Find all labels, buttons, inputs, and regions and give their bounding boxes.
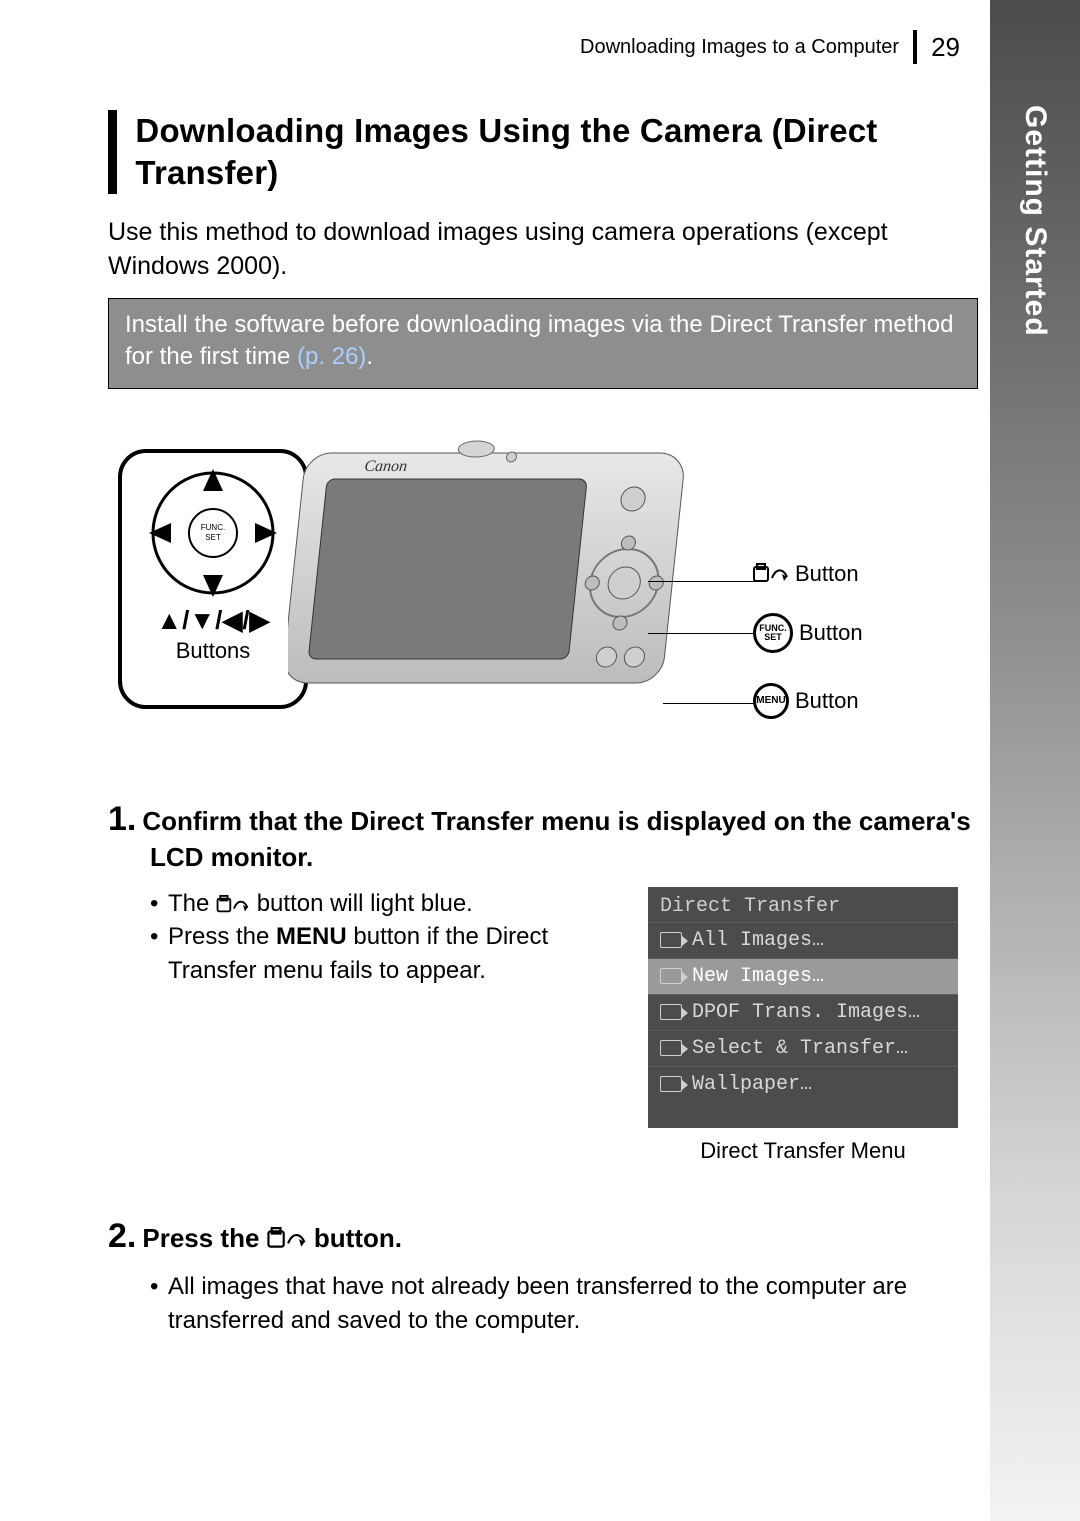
menu-item-label: Select & Transfer…: [692, 1037, 908, 1060]
leader-line: [648, 581, 756, 582]
step-number: 2.: [108, 1217, 142, 1255]
func-set-ring-text: FUNC. SET: [756, 624, 790, 642]
direct-transfer-menu-screenshot: Direct Transfer All Images… New Images… …: [648, 887, 958, 1164]
transfer-icon: [660, 1040, 682, 1056]
note-tail: .: [366, 343, 373, 370]
note-page-link: (p. 26): [297, 343, 366, 370]
menu-item-label: Wallpaper…: [692, 1073, 812, 1096]
menu-item-selected: New Images…: [648, 958, 958, 994]
menu-button-label: MENU Button: [753, 683, 859, 719]
note-box: Install the software before downloading …: [108, 298, 978, 389]
svg-text:SET: SET: [205, 533, 221, 542]
step-2: 2.Press the button. • All images that ha…: [108, 1214, 978, 1337]
menu-item: All Images…: [648, 922, 958, 958]
step-number: 1.: [108, 800, 142, 838]
bullet-text: All images that have not already been tr…: [168, 1270, 978, 1337]
menu-ring-icon: MENU: [753, 683, 789, 719]
menu-ring-text: MENU: [756, 695, 785, 706]
transfer-icon: [660, 1076, 682, 1092]
bullet-post: button will light blue.: [257, 890, 473, 917]
bullet-pre: The: [168, 890, 216, 917]
menu-title: Direct Transfer: [648, 887, 958, 922]
svg-text:FUNC.: FUNC.: [201, 523, 225, 532]
menu-item-label: All Images…: [692, 929, 824, 952]
page-number: 29: [931, 32, 960, 63]
camera-brand-label: Canon: [364, 458, 408, 475]
dpad-icon: FUNC. SET: [143, 463, 283, 603]
intro-paragraph: Use this method to download images using…: [108, 216, 978, 284]
bullet-strong: MENU: [276, 923, 347, 950]
running-header: Downloading Images to a Computer 29: [580, 30, 960, 64]
menu-item: Select & Transfer…: [648, 1030, 958, 1066]
dpad-panel: FUNC. SET ▲/▼/◀/▶ Buttons: [118, 449, 308, 709]
label-text: Button: [795, 561, 859, 587]
note-text: Install the software before downloading …: [125, 311, 953, 370]
leader-line: [663, 703, 755, 704]
transfer-icon: [660, 968, 682, 984]
camera-body-icon: Canon: [288, 413, 758, 733]
step-1: 1.Confirm that the Direct Transfer menu …: [108, 797, 978, 1164]
menu-item-label: New Images…: [692, 965, 824, 988]
section-heading: Downloading Images Using the Camera (Dir…: [108, 110, 978, 194]
transfer-icon: [660, 932, 682, 948]
print-share-button-label: Button: [753, 561, 859, 587]
label-text: Button: [795, 688, 859, 714]
transfer-icon: [660, 1004, 682, 1020]
print-share-icon: [216, 895, 250, 915]
func-set-button-label: FUNC. SET Button: [753, 613, 863, 653]
heading-text: Downloading Images Using the Camera (Dir…: [135, 110, 978, 194]
heading-bar: [108, 110, 117, 194]
menu-item: DPOF Trans. Images…: [648, 994, 958, 1030]
label-text: Button: [799, 620, 863, 646]
running-header-title: Downloading Images to a Computer: [580, 36, 899, 59]
func-set-ring-icon: FUNC. SET: [753, 613, 793, 653]
bullet: • The button will light blue.: [150, 887, 620, 921]
dpad-arrows-label: ▲/▼/◀/▶: [122, 605, 304, 636]
step-2-heading: 2.Press the button.: [108, 1214, 978, 1258]
menu-caption: Direct Transfer Menu: [648, 1138, 958, 1164]
bullet-pre: Press the: [168, 923, 276, 950]
step-heading-post: button.: [314, 1223, 402, 1253]
dpad-caption: Buttons: [122, 638, 304, 664]
side-tab-label: Getting Started: [1018, 105, 1052, 337]
step-heading-text: Confirm that the Direct Transfer menu is…: [142, 806, 970, 872]
bullet: • Press the MENU button if the Direct Tr…: [150, 920, 620, 987]
camera-diagram: FUNC. SET ▲/▼/◀/▶ Buttons: [108, 413, 978, 763]
print-share-icon: [267, 1227, 307, 1251]
menu-item: Wallpaper…: [648, 1066, 958, 1102]
step-1-bullets: • The button will light blue.: [150, 887, 620, 1164]
step-1-heading: 1.Confirm that the Direct Transfer menu …: [108, 797, 978, 875]
bullet: • All images that have not already been …: [150, 1270, 978, 1337]
step-heading-pre: Press the: [142, 1223, 266, 1253]
menu-item-label: DPOF Trans. Images…: [692, 1001, 920, 1024]
running-header-divider: [913, 30, 917, 64]
print-share-icon: [753, 563, 789, 585]
leader-line: [648, 633, 756, 634]
side-tab: Getting Started: [990, 0, 1080, 1521]
